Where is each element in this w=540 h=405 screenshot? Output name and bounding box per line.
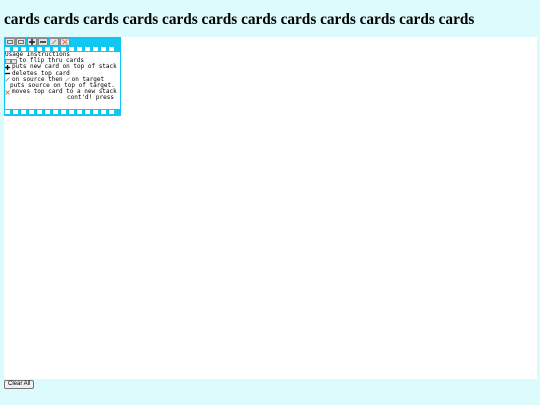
stack-toolbar: [5, 38, 70, 46]
page-title: cards cards cards cards cards cards card…: [4, 11, 475, 28]
add-card-button[interactable]: [27, 38, 37, 46]
punch-holes-bottom: [5, 110, 114, 114]
card-line: cont'd! press: [67, 94, 114, 102]
next-card-button[interactable]: [16, 38, 26, 46]
plus-icon: [29, 39, 35, 45]
prev-card-icon: [7, 40, 13, 44]
top-card: Usage Instructions to flip thru cards pu…: [5, 52, 120, 109]
clear-all-button[interactable]: Clear All: [4, 380, 35, 389]
punch-holes-top: [5, 47, 114, 51]
pencil-icon: [51, 39, 57, 45]
minus-icon: [40, 41, 46, 43]
edit-card-button[interactable]: [49, 38, 59, 46]
scissors-icon: [5, 89, 10, 95]
card-stack[interactable]: Usage Instructions to flip thru cards pu…: [4, 37, 121, 116]
delete-card-button[interactable]: [38, 38, 48, 46]
prev-card-button[interactable]: [5, 38, 15, 46]
scissors-icon: [62, 39, 68, 45]
minus-icon: [5, 71, 10, 76]
move-card-button[interactable]: [60, 38, 70, 46]
card-canvas[interactable]: Usage Instructions to flip thru cards pu…: [4, 37, 537, 379]
next-card-icon: [18, 40, 24, 44]
plus-icon: [5, 64, 10, 70]
